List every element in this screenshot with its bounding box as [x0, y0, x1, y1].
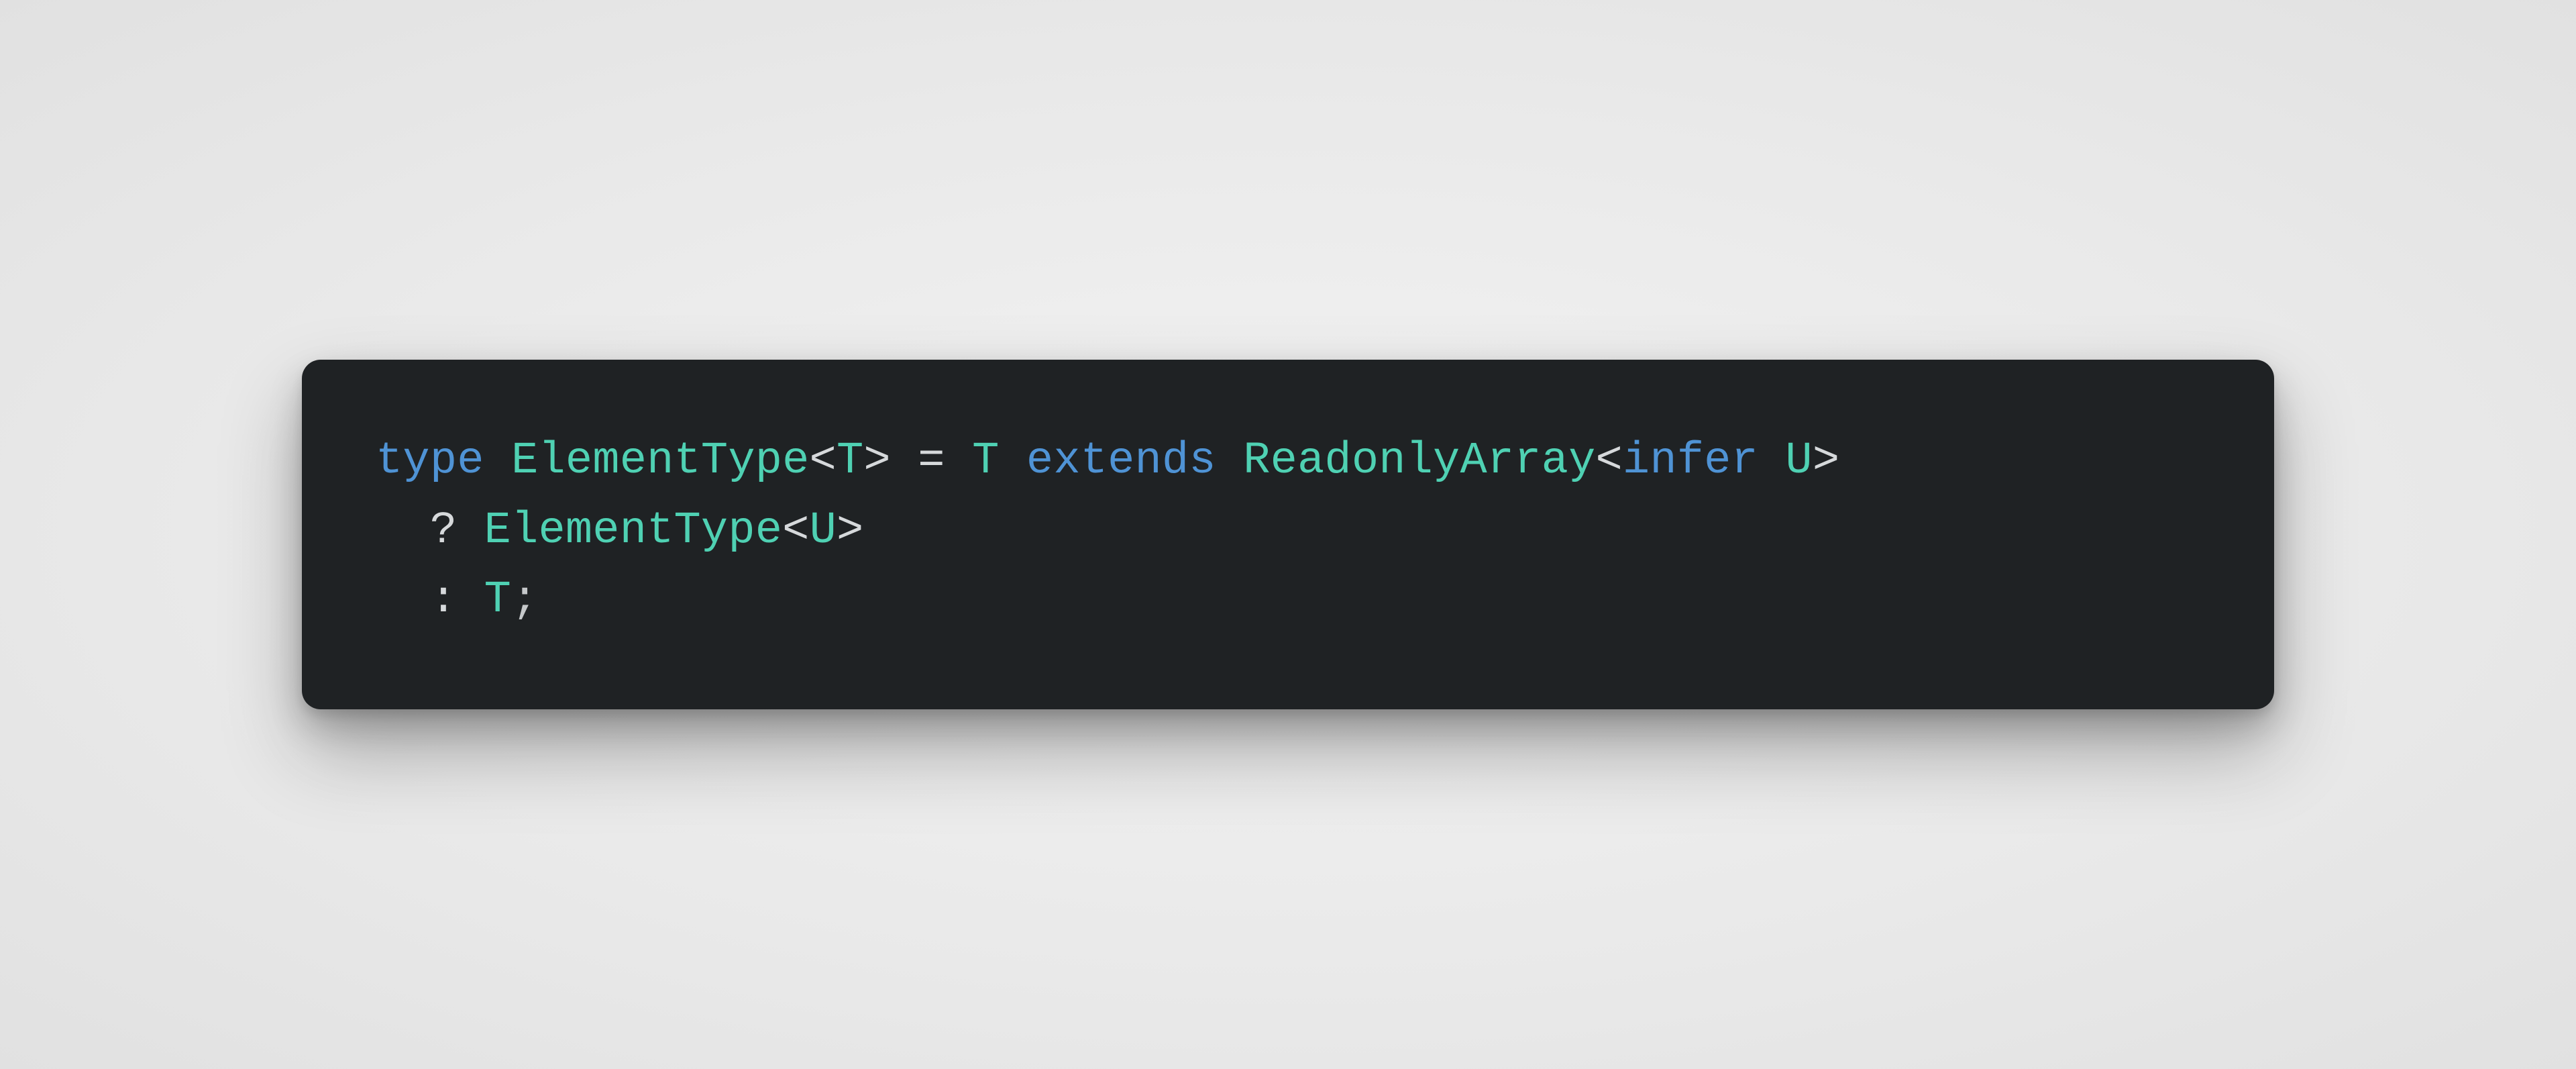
code-token: U — [1785, 436, 1812, 487]
code-token — [1758, 436, 1785, 487]
code-token — [457, 505, 484, 556]
stage: type ElementType<T> = T extends Readonly… — [0, 0, 2576, 1069]
code-token — [1216, 436, 1243, 487]
code-token: < — [1596, 436, 1623, 487]
code-token: ? — [430, 505, 457, 556]
code-token: ReadonlyArray — [1243, 436, 1595, 487]
code-token: T — [484, 574, 511, 625]
code-token: > — [863, 436, 890, 487]
code-token: > — [837, 505, 863, 556]
code-token: ; — [511, 574, 538, 625]
code-token: ElementType — [484, 505, 782, 556]
code-token — [945, 436, 972, 487]
code-token: : — [430, 574, 457, 625]
code-block: type ElementType<T> = T extends Readonly… — [376, 427, 2200, 636]
code-token: infer — [1623, 436, 1758, 487]
code-token: > — [1813, 436, 1839, 487]
code-token: = — [918, 436, 945, 487]
code-token — [1000, 436, 1026, 487]
code-snippet-card: type ElementType<T> = T extends Readonly… — [302, 360, 2274, 710]
code-token — [484, 436, 511, 487]
code-token — [891, 436, 918, 487]
code-token: T — [837, 436, 863, 487]
code-token — [457, 574, 484, 625]
code-token: < — [810, 436, 837, 487]
code-token: T — [972, 436, 999, 487]
code-token: ElementType — [511, 436, 809, 487]
code-token: < — [782, 505, 809, 556]
code-token: extends — [1026, 436, 1216, 487]
code-token: type — [376, 436, 484, 487]
code-token: U — [810, 505, 837, 556]
